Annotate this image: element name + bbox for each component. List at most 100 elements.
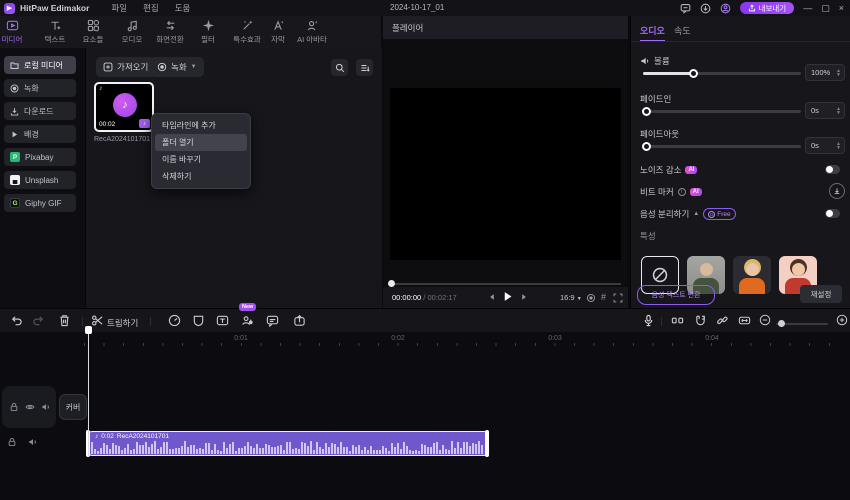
- sidebar-item-download[interactable]: 다운로드: [4, 102, 76, 120]
- feedback-icon[interactable]: [680, 3, 691, 14]
- link-icon[interactable]: [716, 314, 729, 327]
- fit-timeline-icon[interactable]: [738, 314, 751, 327]
- clip-right-handle[interactable]: [485, 430, 489, 457]
- auto-ripple-icon[interactable]: [671, 314, 684, 327]
- minimize-button[interactable]: —: [803, 0, 812, 16]
- preset-woman[interactable]: [733, 256, 771, 294]
- menu-file[interactable]: 파일: [103, 2, 135, 14]
- tab-speed-props[interactable]: 속도: [674, 24, 691, 37]
- menu-help[interactable]: 도움: [167, 2, 199, 14]
- tab-audio[interactable]: 오디오: [113, 19, 151, 45]
- prev-frame-button[interactable]: [488, 293, 496, 301]
- sort-list-button[interactable]: [356, 59, 373, 76]
- filters-icon: [202, 19, 215, 32]
- add-to-timeline-badge[interactable]: ♪: [139, 119, 150, 128]
- next-frame-button[interactable]: [520, 293, 528, 301]
- download-update-icon[interactable]: [700, 3, 711, 14]
- tab-ai-avatar[interactable]: AI 아바타: [293, 19, 331, 45]
- sidebar-item-unsplash[interactable]: ▄ Unsplash: [4, 171, 76, 189]
- fadein-value-box[interactable]: 0s ▲▼: [805, 102, 845, 119]
- tab-text[interactable]: 텍스트: [36, 19, 74, 45]
- timeline-zoom-slider[interactable]: [776, 323, 828, 325]
- player-seekbar[interactable]: [390, 283, 621, 285]
- tab-subtitles[interactable]: 자막: [259, 19, 297, 45]
- user-avatar[interactable]: [720, 3, 731, 14]
- sidebar-item-pixabay[interactable]: P Pixabay: [4, 148, 76, 166]
- play-button[interactable]: [502, 291, 513, 302]
- menu-open-folder[interactable]: 폴더 열기: [155, 134, 247, 151]
- search-button[interactable]: [331, 59, 348, 76]
- redo-icon[interactable]: [32, 314, 45, 327]
- import-button[interactable]: 가져오기: [96, 57, 155, 77]
- ai-avatar-icon: [306, 19, 319, 32]
- volume-slider[interactable]: [643, 72, 801, 75]
- media-clip-card[interactable]: ♪ ♪ 00:02 ♪: [94, 82, 154, 132]
- export-button[interactable]: 내보내기: [740, 2, 795, 14]
- speech-to-text-button[interactable]: 음성 텍스트 변환: [637, 285, 715, 305]
- timeline-audio-clip[interactable]: ♪ 0:02 RecA2024101701: [88, 431, 488, 456]
- video-preview[interactable]: [390, 88, 621, 260]
- reset-button[interactable]: 재설정: [800, 285, 842, 303]
- stepper-down-icon[interactable]: ▼: [836, 111, 841, 115]
- tab-filters[interactable]: 필터: [189, 19, 227, 45]
- fadeout-value-box[interactable]: 0s ▲▼: [805, 137, 845, 154]
- delete-icon[interactable]: [58, 314, 71, 327]
- aspect-ratio-selector[interactable]: 16:9 ▼: [560, 293, 582, 302]
- stepper-down-icon[interactable]: ▼: [836, 73, 841, 77]
- zoom-in-icon[interactable]: [836, 314, 848, 326]
- speed-icon[interactable]: [168, 314, 181, 327]
- fullscreen-icon[interactable]: [613, 293, 623, 303]
- menu-edit[interactable]: 편집: [135, 2, 167, 14]
- sidebar-item-giphy[interactable]: G Giphy GIF: [4, 194, 76, 212]
- lock-icon[interactable]: [9, 402, 19, 412]
- mute-speaker-icon[interactable]: [28, 437, 38, 447]
- noise-reduction-toggle[interactable]: [825, 165, 840, 174]
- clip-filename: RecA2024101701: [94, 136, 150, 143]
- fadein-slider[interactable]: [643, 110, 801, 113]
- sidebar-item-record[interactable]: 녹화: [4, 79, 76, 97]
- close-button[interactable]: ×: [839, 0, 844, 16]
- grid-icon[interactable]: #: [601, 292, 606, 302]
- seekbar-knob[interactable]: [388, 280, 395, 287]
- ai-badge: AI: [690, 188, 702, 196]
- undo-icon[interactable]: [10, 314, 23, 327]
- maximize-button[interactable]: ▢: [821, 0, 830, 16]
- info-icon: i: [678, 188, 686, 196]
- sidebar-item-local-media[interactable]: 로컬 미디어: [4, 56, 76, 74]
- ai-voice-icon[interactable]: [241, 314, 254, 327]
- lock-icon[interactable]: [7, 437, 17, 447]
- timeline-zoom-knob[interactable]: [778, 320, 785, 327]
- menu-rename[interactable]: 이름 바꾸기: [155, 151, 247, 168]
- export-frame-icon[interactable]: [293, 314, 306, 327]
- magnet-icon[interactable]: [694, 314, 707, 327]
- tab-elements[interactable]: 요소들: [74, 19, 112, 45]
- mute-speaker-icon[interactable]: [41, 402, 51, 412]
- hide-eye-icon[interactable]: [25, 402, 35, 412]
- tab-media[interactable]: 미디어: [0, 19, 31, 45]
- playhead-handle[interactable]: [85, 326, 92, 334]
- scissors-icon[interactable]: [91, 314, 104, 327]
- player-title: 플레이어: [392, 22, 423, 34]
- record-dropdown-button[interactable]: 녹화 ▼: [150, 57, 204, 77]
- tab-transitions[interactable]: 화면전환: [151, 19, 189, 45]
- stepper-down-icon[interactable]: ▼: [836, 146, 841, 150]
- menu-delete[interactable]: 삭제하기: [155, 168, 247, 185]
- tab-audio-props[interactable]: 오디오: [640, 24, 665, 42]
- snapshot-icon[interactable]: [586, 293, 596, 303]
- sidebar-item-background[interactable]: 배경: [4, 125, 76, 143]
- volume-value-box[interactable]: 100% ▲▼: [805, 64, 845, 81]
- menu-add-to-timeline[interactable]: 타임라인에 추가: [155, 117, 247, 134]
- cover-button[interactable]: 커버: [59, 394, 87, 420]
- beat-marker-download-button[interactable]: [829, 183, 845, 199]
- zoom-out-icon[interactable]: [759, 314, 771, 326]
- collapse-icon[interactable]: ▲: [693, 211, 699, 217]
- fadeout-slider[interactable]: [643, 145, 801, 148]
- caption-icon[interactable]: [266, 314, 279, 327]
- voice-separate-toggle[interactable]: [825, 209, 840, 218]
- text-template-icon[interactable]: [216, 314, 229, 327]
- playhead[interactable]: [88, 332, 89, 456]
- timeline-ruler[interactable]: [84, 343, 844, 346]
- mask-icon[interactable]: [192, 314, 205, 327]
- split-label[interactable]: 트림하기: [107, 317, 138, 329]
- mic-icon[interactable]: [642, 314, 655, 327]
